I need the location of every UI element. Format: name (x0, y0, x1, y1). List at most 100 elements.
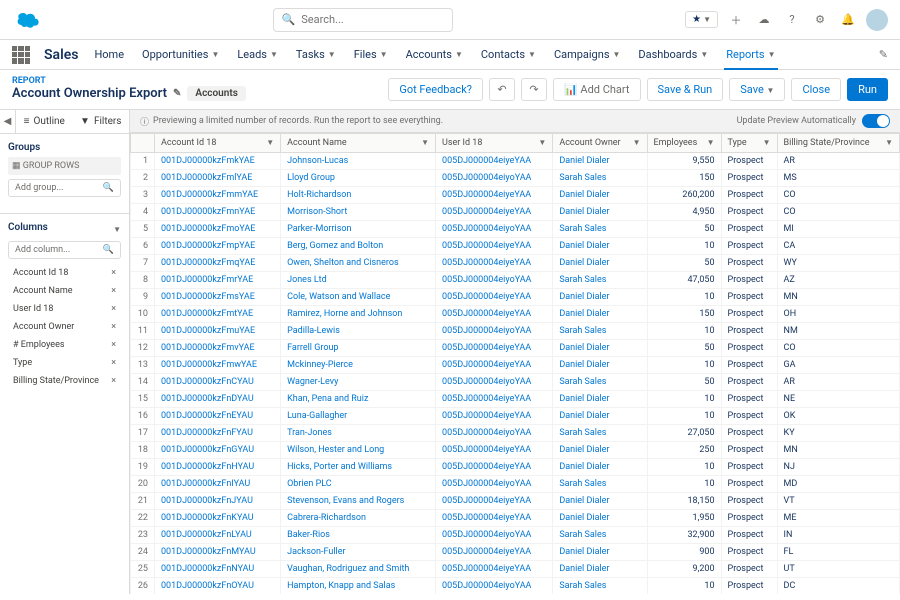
cell-user-id[interactable]: 005DJ000004eiyeYAA (436, 391, 553, 408)
cell-owner[interactable]: Sarah Sales (553, 272, 647, 289)
column-header[interactable]: Account Owner▼ (553, 134, 647, 153)
got-feedback-button[interactable]: Got Feedback? (388, 78, 483, 101)
settings-gear-icon[interactable]: ⚙ (810, 10, 830, 30)
nav-item-accounts[interactable]: Accounts ▼ (404, 40, 465, 70)
column-header[interactable]: Account Id 18▼ (155, 134, 281, 153)
cell-owner[interactable]: Daniel Dialer (553, 238, 647, 255)
cell-owner[interactable]: Sarah Sales (553, 374, 647, 391)
search-input[interactable] (301, 13, 443, 26)
cell-account-id[interactable]: 001DJ00000kzFnKYAU (155, 510, 281, 527)
cell-account-name[interactable]: Cole, Watson and Wallace (281, 289, 436, 306)
remove-column-icon[interactable]: × (111, 268, 116, 278)
cell-account-name[interactable]: Wilson, Hester and Long (281, 442, 436, 459)
nav-item-leads[interactable]: Leads ▼ (235, 40, 280, 70)
cell-owner[interactable]: Daniel Dialer (553, 153, 647, 170)
cell-account-id[interactable]: 001DJ00000kzFmmYAE (155, 187, 281, 204)
cell-user-id[interactable]: 005DJ000004eiyoYAA (436, 578, 553, 595)
cell-owner[interactable]: Sarah Sales (553, 170, 647, 187)
cell-account-name[interactable]: Vaughan, Rodriguez and Smith (281, 561, 436, 578)
cell-account-id[interactable]: 001DJ00000kzFmrYAE (155, 272, 281, 289)
column-header[interactable]: Account Name▼ (281, 134, 436, 153)
cell-owner[interactable]: Daniel Dialer (553, 340, 647, 357)
cell-account-id[interactable]: 001DJ00000kzFnCYAU (155, 374, 281, 391)
cell-account-id[interactable]: 001DJ00000kzFmtYAE (155, 306, 281, 323)
cell-user-id[interactable]: 005DJ000004eiyeYAA (436, 289, 553, 306)
cell-user-id[interactable]: 005DJ000004eiyeYAA (436, 306, 553, 323)
cell-owner[interactable]: Sarah Sales (553, 476, 647, 493)
cell-account-id[interactable]: 001DJ00000kzFmvYAE (155, 340, 281, 357)
user-avatar[interactable] (866, 9, 888, 31)
cell-user-id[interactable]: 005DJ000004eiyeYAA (436, 357, 553, 374)
cell-user-id[interactable]: 005DJ000004eiyoYAA (436, 425, 553, 442)
cell-account-id[interactable]: 001DJ00000kzFmsYAE (155, 289, 281, 306)
cell-account-name[interactable]: Morrison-Short (281, 204, 436, 221)
cell-account-name[interactable]: Ramirez, Horne and Johnson (281, 306, 436, 323)
cell-owner[interactable]: Sarah Sales (553, 323, 647, 340)
cell-account-name[interactable]: Parker-Morrison (281, 221, 436, 238)
cell-owner[interactable]: Daniel Dialer (553, 442, 647, 459)
redo-button[interactable]: ↷ (521, 78, 547, 101)
cell-user-id[interactable]: 005DJ000004eiyeYAA (436, 408, 553, 425)
undo-button[interactable]: ↶ (489, 78, 515, 101)
nav-item-opportunities[interactable]: Opportunities ▼ (140, 40, 221, 70)
cell-account-name[interactable]: Holt-Richardson (281, 187, 436, 204)
save-run-button[interactable]: Save & Run (647, 78, 724, 101)
column-pill[interactable]: Account Name× (8, 283, 121, 299)
cell-account-id[interactable]: 001DJ00000kzFmlYAE (155, 170, 281, 187)
cell-account-name[interactable]: Stevenson, Evans and Rogers (281, 493, 436, 510)
cell-user-id[interactable]: 005DJ000004eiyoYAA (436, 476, 553, 493)
cell-user-id[interactable]: 005DJ000004eiyeYAA (436, 340, 553, 357)
cell-account-id[interactable]: 001DJ00000kzFnJYAU (155, 493, 281, 510)
cell-account-id[interactable]: 001DJ00000kzFmkYAE (155, 153, 281, 170)
cell-owner[interactable]: Daniel Dialer (553, 510, 647, 527)
cell-account-name[interactable]: Obrien PLC (281, 476, 436, 493)
column-pill[interactable]: Account Owner× (8, 319, 121, 335)
remove-column-icon[interactable]: × (111, 376, 116, 386)
remove-column-icon[interactable]: × (111, 340, 116, 350)
cell-owner[interactable]: Sarah Sales (553, 425, 647, 442)
cell-owner[interactable]: Daniel Dialer (553, 408, 647, 425)
cell-user-id[interactable]: 005DJ000004eiyoYAA (436, 272, 553, 289)
cell-owner[interactable]: Daniel Dialer (553, 306, 647, 323)
edit-nav-icon[interactable]: ✎ (879, 48, 888, 61)
cell-account-id[interactable]: 001DJ00000kzFnEYAU (155, 408, 281, 425)
edit-title-icon[interactable]: ✎ (173, 88, 181, 99)
cell-account-name[interactable]: Luna-Gallagher (281, 408, 436, 425)
cell-account-id[interactable]: 001DJ00000kzFnGYAU (155, 442, 281, 459)
cell-account-name[interactable]: Khan, Pena and Ruiz (281, 391, 436, 408)
tab-filters[interactable]: ▼ Filters (73, 110, 130, 133)
nav-item-tasks[interactable]: Tasks ▼ (294, 40, 338, 70)
cell-user-id[interactable]: 005DJ000004eiyeYAA (436, 255, 553, 272)
nav-item-campaigns[interactable]: Campaigns ▼ (552, 40, 622, 70)
columns-menu-icon[interactable]: ▼ (113, 225, 121, 234)
cell-owner[interactable]: Daniel Dialer (553, 493, 647, 510)
cell-account-id[interactable]: 001DJ00000kzFnMYAU (155, 544, 281, 561)
cell-user-id[interactable]: 005DJ000004eiyeYAA (436, 561, 553, 578)
cell-account-name[interactable]: Padilla-Lewis (281, 323, 436, 340)
favorites-button[interactable]: ★ ▼ (685, 11, 718, 28)
nav-item-home[interactable]: Home (92, 40, 126, 70)
cell-account-id[interactable]: 001DJ00000kzFnHYAU (155, 459, 281, 476)
cell-user-id[interactable]: 005DJ000004eiyeYAA (436, 153, 553, 170)
cell-account-id[interactable]: 001DJ00000kzFmwYAE (155, 357, 281, 374)
cell-owner[interactable]: Daniel Dialer (553, 459, 647, 476)
cell-account-name[interactable]: Hicks, Porter and Williams (281, 459, 436, 476)
cell-user-id[interactable]: 005DJ000004eiyeYAA (436, 459, 553, 476)
column-pill[interactable]: # Employees× (8, 337, 121, 353)
cell-account-id[interactable]: 001DJ00000kzFnOYAU (155, 578, 281, 595)
cell-user-id[interactable]: 005DJ000004eiyeYAA (436, 238, 553, 255)
cell-owner[interactable]: Sarah Sales (553, 527, 647, 544)
run-button[interactable]: Run (847, 78, 888, 101)
cell-owner[interactable]: Daniel Dialer (553, 187, 647, 204)
cell-user-id[interactable]: 005DJ000004eiyeYAA (436, 187, 553, 204)
remove-column-icon[interactable]: × (111, 286, 116, 296)
cell-user-id[interactable]: 005DJ000004eiyoYAA (436, 323, 553, 340)
remove-column-icon[interactable]: × (111, 358, 116, 368)
cell-owner[interactable]: Daniel Dialer (553, 289, 647, 306)
add-group-input[interactable]: Add group...🔍 (8, 179, 121, 197)
cell-user-id[interactable]: 005DJ000004eiyeYAA (436, 493, 553, 510)
cell-account-name[interactable]: Hampton, Knapp and Salas (281, 578, 436, 595)
column-header[interactable]: Billing State/Province▼ (777, 134, 899, 153)
app-launcher-icon[interactable] (12, 46, 30, 64)
close-button[interactable]: Close (791, 78, 841, 101)
